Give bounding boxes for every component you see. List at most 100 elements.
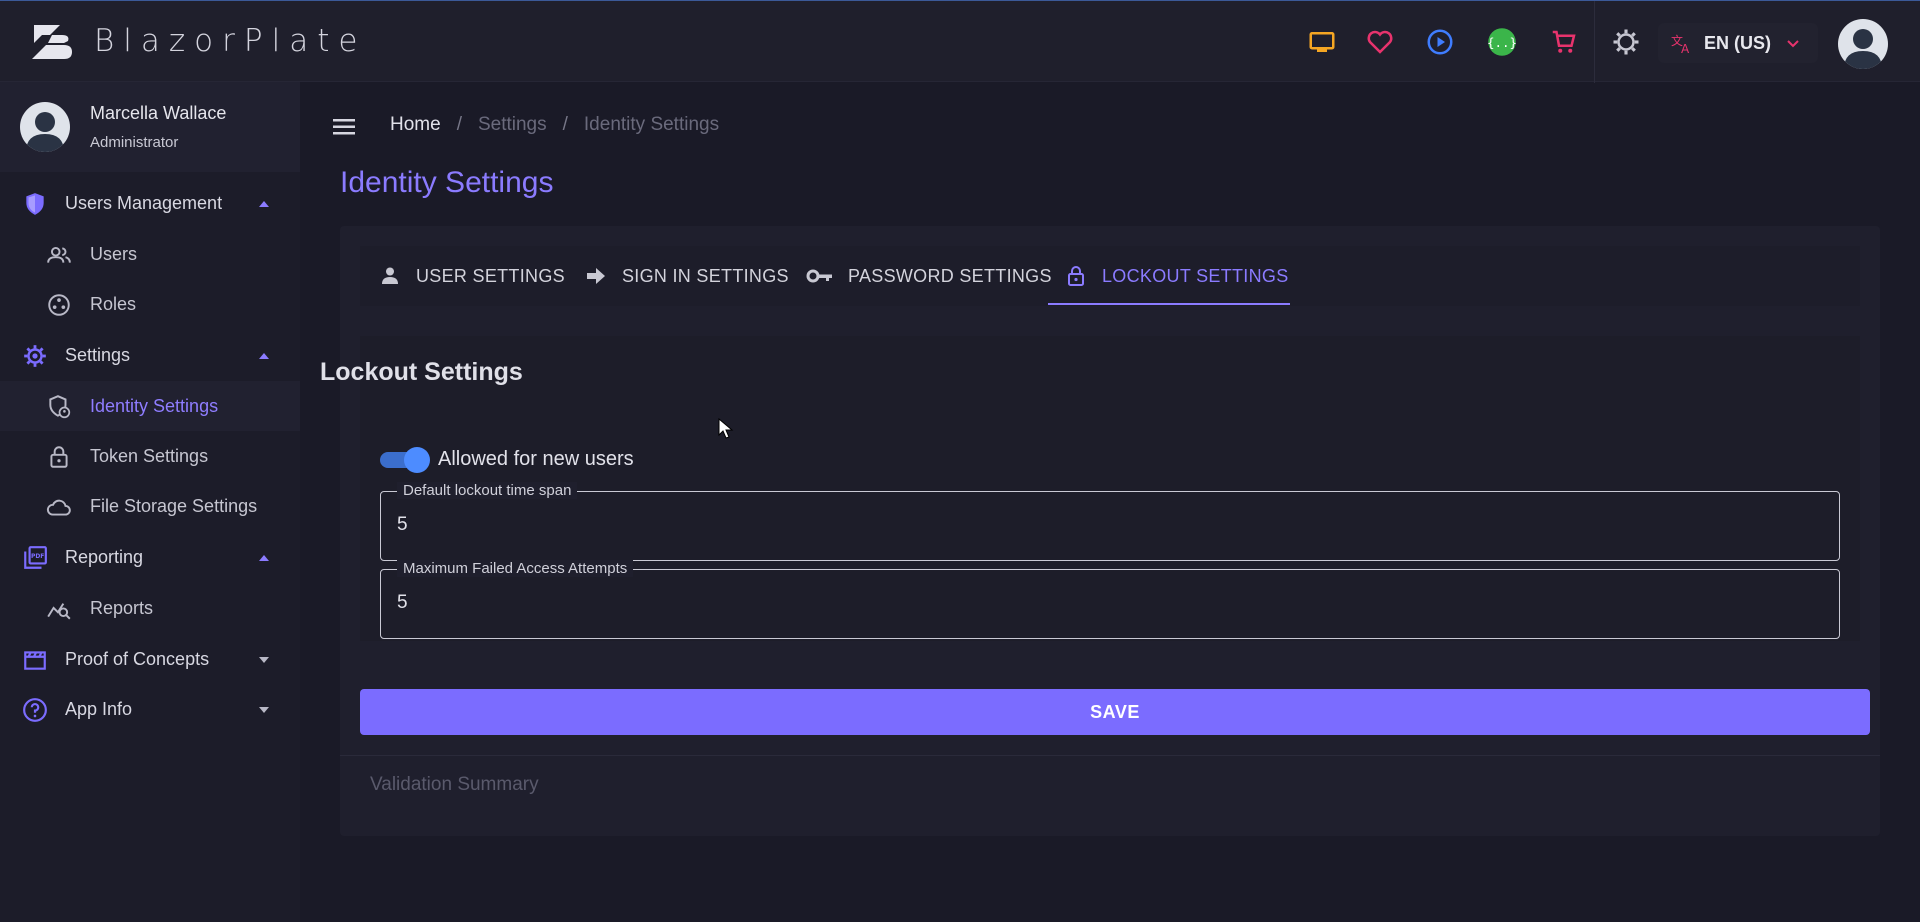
nav-group-app-info[interactable]: App Info: [0, 684, 300, 734]
divider: [340, 755, 1880, 756]
caret-up-icon: [259, 555, 269, 561]
settings-gear-icon: [24, 345, 46, 367]
users-icon: [47, 246, 71, 263]
api-icon[interactable]: {..}: [1480, 20, 1524, 64]
key-icon: [806, 269, 832, 283]
profile-card: Marcella Wallace Administrator: [0, 82, 300, 172]
sidebar-item-roles[interactable]: Roles: [0, 279, 300, 329]
svg-text:A: A: [1681, 42, 1690, 55]
translate-icon: 文A: [1671, 33, 1690, 55]
sidebar-item-identity-settings[interactable]: Identity Settings: [0, 381, 300, 431]
nav-group-label: Settings: [65, 344, 131, 365]
tab-lockout-settings[interactable]: LOCKOUT SETTINGS: [1064, 246, 1289, 306]
nav-group-label: Proof of Concepts: [65, 648, 210, 669]
field-label: Default lockout time span: [397, 482, 578, 499]
sidebar-item-label: Token Settings: [90, 445, 209, 466]
sidebar-item-label: File Storage Settings: [90, 495, 258, 516]
breadcrumb-settings: Settings: [477, 114, 547, 135]
person-icon: [382, 267, 398, 284]
breadcrumb: Home / Settings / Identity Settings: [390, 114, 719, 136]
language-label: EN (US): [1704, 32, 1771, 53]
lock-icon: [50, 446, 68, 468]
nav-group-label: Reporting: [65, 546, 144, 567]
svg-text:{..}: {..}: [1487, 35, 1517, 50]
tab-sign-in-settings[interactable]: SIGN IN SETTINGS: [584, 246, 789, 306]
play-circle-icon[interactable]: [1418, 20, 1462, 64]
cart-icon[interactable]: [1542, 20, 1586, 64]
profile-avatar[interactable]: [20, 102, 70, 152]
validation-summary: Validation Summary: [370, 774, 539, 795]
toggle-knob: [404, 447, 430, 473]
arrow-right-icon: [587, 268, 605, 284]
caret-up-icon: [259, 201, 269, 207]
sidebar: Marcella Wallace Administrator Users Man…: [0, 82, 300, 922]
section-title: Lockout Settings: [320, 358, 523, 386]
theme-gear-icon[interactable]: [1604, 20, 1648, 64]
chart-search-icon: [47, 603, 71, 620]
active-tab-indicator: [1048, 303, 1290, 305]
default-lockout-time-span-input[interactable]: [397, 514, 1797, 536]
tab-label: USER SETTINGS: [416, 265, 565, 286]
sidebar-item-label: Roles: [90, 293, 137, 314]
breadcrumb-separator: /: [456, 114, 462, 135]
menu-icon[interactable]: [328, 112, 362, 142]
breadcrumb-current: Identity Settings: [583, 114, 720, 135]
topbar-divider: [1594, 1, 1595, 83]
nav-group-users-management[interactable]: Users Management: [0, 178, 300, 228]
save-button[interactable]: SAVE: [360, 689, 1870, 735]
sidebar-item-token-settings[interactable]: Token Settings: [0, 431, 300, 481]
caret-up-icon: [259, 353, 269, 359]
brand-logo-icon: [32, 25, 72, 59]
sidebar-item-label: Reports: [90, 597, 154, 618]
field-label: Maximum Failed Access Attempts: [397, 560, 634, 577]
monitor-icon[interactable]: [1300, 20, 1344, 64]
tab-label: SIGN IN SETTINGS: [622, 265, 789, 286]
max-failed-access-attempts-field: Maximum Failed Access Attempts: [380, 560, 1840, 639]
sidebar-item-label: Users: [90, 243, 138, 264]
avatar-person-icon: [26, 112, 64, 152]
heart-icon[interactable]: [1358, 20, 1402, 64]
help-icon: [23, 698, 47, 722]
avatar-person-icon: [1844, 29, 1882, 69]
language-selector[interactable]: 文A EN (US): [1658, 23, 1818, 63]
max-failed-access-attempts-input[interactable]: [397, 592, 1797, 614]
brand[interactable]: BlazorPlate: [30, 19, 366, 63]
identity-icon: [49, 395, 71, 419]
page-title: Identity Settings: [340, 166, 554, 199]
caret-down-icon: [259, 657, 269, 663]
allowed-for-new-users-toggle[interactable]: [380, 447, 430, 473]
profile-role: Administrator: [90, 134, 179, 151]
shield-icon: [26, 193, 44, 215]
toggle-label: Allowed for new users: [438, 448, 634, 470]
chevron-down-icon: [1787, 40, 1799, 48]
sidebar-item-label: Identity Settings: [90, 395, 219, 416]
breadcrumb-separator: /: [562, 114, 568, 135]
tab-user-settings[interactable]: USER SETTINGS: [378, 246, 565, 306]
mouse-cursor-icon: [718, 418, 734, 439]
caret-down-icon: [259, 707, 269, 713]
user-avatar[interactable]: [1838, 19, 1888, 69]
settings-tabs: USER SETTINGS SIGN IN SETTINGS PASSWORD …: [360, 246, 1860, 306]
tab-password-settings[interactable]: PASSWORD SETTINGS: [806, 246, 1052, 306]
film-icon: [24, 651, 46, 670]
tab-label: LOCKOUT SETTINGS: [1102, 265, 1289, 286]
sidebar-item-reports[interactable]: Reports: [0, 583, 300, 633]
cloud-icon: [46, 499, 71, 516]
roles-icon: [48, 294, 70, 316]
profile-name: Marcella Wallace: [90, 103, 227, 123]
nav-group-settings[interactable]: Settings: [0, 330, 300, 380]
nav-group-reporting[interactable]: PDF Reporting: [0, 532, 300, 582]
nav-group-label: Users Management: [65, 192, 223, 213]
pdf-icon: PDF: [24, 546, 47, 569]
tab-label: PASSWORD SETTINGS: [848, 265, 1052, 286]
default-lockout-time-span-field: Default lockout time span: [380, 482, 1840, 561]
nav-group-label: App Info: [65, 698, 133, 719]
svg-text:PDF: PDF: [31, 553, 44, 560]
brand-name: BlazorPlate: [94, 23, 367, 59]
sidebar-item-users[interactable]: Users: [0, 229, 300, 279]
top-app-bar: BlazorPlate {..} 文A EN (US): [0, 0, 1920, 83]
sidebar-item-file-storage-settings[interactable]: File Storage Settings: [0, 481, 300, 531]
nav-group-proof-of-concepts[interactable]: Proof of Concepts: [0, 634, 300, 684]
lock-open-icon: [1068, 266, 1084, 286]
breadcrumb-home[interactable]: Home: [390, 114, 441, 136]
